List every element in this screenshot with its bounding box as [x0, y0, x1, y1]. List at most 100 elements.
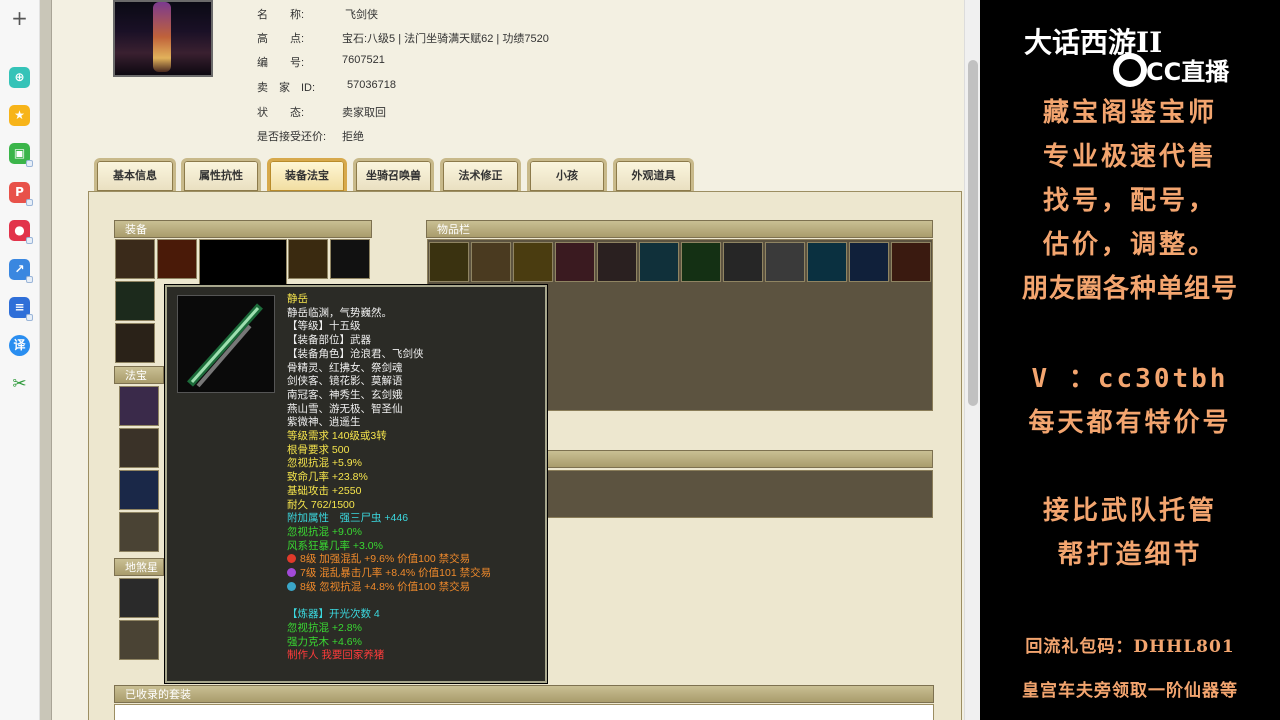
tab-mounts-pets[interactable]: 坐骑召唤兽 — [353, 158, 434, 191]
equip-slot-belt[interactable] — [330, 239, 370, 279]
tooltip-line: 【装备部位】武器 — [287, 334, 371, 347]
ad-line: 帮打造细节 — [1057, 540, 1203, 570]
tooltip-line: 【等级】十五级 — [287, 320, 361, 333]
page-scrollbar[interactable] — [964, 0, 980, 720]
fabao-slot[interactable] — [119, 428, 159, 468]
inventory-slot[interactable] — [471, 242, 511, 282]
favorites-icon[interactable]: ★ — [9, 105, 30, 126]
inventory-slot[interactable] — [513, 242, 553, 282]
info-key: 是否接受还价: — [257, 131, 327, 143]
inventory-slot[interactable] — [639, 242, 679, 282]
ad-line: 每天都有特价号 — [1028, 408, 1232, 438]
inventory-slot[interactable] — [681, 242, 721, 282]
tab-appearance[interactable]: 外观道具 — [613, 158, 694, 191]
tooltip-line — [287, 594, 491, 608]
gem-icon — [287, 568, 296, 578]
scissors-icon[interactable]: ✂ — [9, 374, 30, 395]
equip-slot-helmet[interactable] — [115, 239, 155, 279]
stream-ad-panel: 大话西游II CC直播 藏宝阁鉴宝师 专业极速代售 找号，配号， 估价，调整。 … — [980, 0, 1280, 720]
gem-icon — [287, 554, 296, 564]
fabao-slot[interactable] — [119, 512, 159, 552]
tooltip-line: 静岳 — [287, 293, 308, 305]
tooltip-line: 耐久 762/1500 — [287, 498, 355, 511]
pdf-icon[interactable]: P — [9, 182, 33, 206]
fabao-slot[interactable] — [119, 386, 159, 426]
tooltip-line: 剑侠客、镜花影、莫解语 — [287, 375, 403, 388]
storage-grid — [544, 470, 933, 518]
fabao-slot[interactable] — [119, 470, 159, 510]
tooltip-line: 南冠客、神秀生、玄剑娥 — [287, 388, 403, 401]
tooltip-text: 静岳 静岳临渊，气势巍然。 【等级】十五级 【装备部位】武器 【装备角色】沧浪君、飞剑侠… — [287, 293, 491, 663]
translate-icon[interactable]: ⊕ — [9, 67, 30, 88]
gem-icon — [287, 581, 296, 591]
inventory-slot[interactable] — [891, 242, 931, 282]
info-value: 飞剑侠 — [345, 9, 378, 21]
info-value: 宝石:八级5 | 法门坐骑满天赋62 | 功绩7520 — [342, 33, 549, 45]
tooltip-line: 基础攻击 +2550 — [287, 484, 362, 497]
brand-label: CC直播 — [1146, 58, 1230, 86]
tab-spell-correction[interactable]: 法术修正 — [440, 158, 521, 191]
tooltip-line: 紫微神、逍遥生 — [287, 416, 361, 429]
tooltip-line: 风系狂暴几率 +3.0% — [287, 539, 383, 552]
ad-line: 估价，调整。 — [1042, 230, 1217, 260]
fabao-panel-header: 法宝 — [114, 366, 164, 384]
character-avatar — [113, 0, 213, 77]
tab-attributes[interactable]: 属性抗性 — [181, 158, 261, 191]
tab-child[interactable]: 小孩 — [527, 158, 607, 191]
tooltip-line: 骨精灵、红拂女、祭剑魂 — [287, 361, 403, 374]
tooltip-line: 致命几率 +23.8% — [287, 471, 368, 484]
info-value: 7607521 — [342, 54, 385, 66]
equip-slot-shoes[interactable] — [115, 323, 155, 363]
shengqi-slot[interactable] — [119, 578, 159, 618]
page-edge — [40, 0, 52, 720]
equip-slot-necklace[interactable] — [157, 239, 197, 279]
ad-line: 藏宝阁鉴宝师 — [1042, 98, 1217, 128]
tooltip-line: 忽视抗混 +2.8% — [287, 621, 362, 634]
tooltip-line: 根骨要求 500 — [287, 443, 350, 456]
tooltip-line: 【炼器】开光次数 4 — [287, 608, 380, 621]
game-logo: 大话西游II CC直播 — [1024, 26, 1230, 87]
info-key: 名 称: — [257, 9, 305, 21]
ad-contact: V ：cc30tbh — [1031, 364, 1229, 394]
ad-line: 朋友圈各种单组号 — [1021, 274, 1238, 304]
inventory-panel-header: 物品栏 — [426, 220, 933, 238]
inventory-slot[interactable] — [555, 242, 595, 282]
tooltip-line: 8级 忽视抗混 +4.8% 价值100 禁交易 — [287, 581, 491, 595]
info-value: 57036718 — [347, 79, 396, 91]
tab-basic-info[interactable]: 基本信息 — [94, 158, 176, 191]
tab-equipment[interactable]: 装备法宝 — [267, 158, 347, 191]
tooltip-line: 静岳临渊，气势巍然。 — [287, 306, 392, 319]
tooltip-line: 8级 加强混乱 +9.6% 价值100 禁交易 — [287, 553, 491, 567]
ad-line: 皇宫车夫旁领取一阶仙器等 — [1022, 681, 1238, 701]
inventory-slot[interactable] — [597, 242, 637, 282]
image-icon[interactable]: ▣ — [9, 143, 33, 167]
translate-doc-icon[interactable]: 译 — [9, 335, 30, 356]
info-key: 编 号: — [257, 57, 305, 69]
sets-panel-body — [114, 704, 934, 720]
inventory-slot[interactable] — [723, 242, 763, 282]
info-key: 状 态: — [257, 107, 305, 119]
scrollbar-thumb[interactable] — [968, 60, 978, 406]
shengqi-slot[interactable] — [119, 620, 159, 660]
shengqi-panel-header: 地煞星器 — [114, 558, 164, 592]
equip-slot-weapon[interactable] — [115, 281, 155, 321]
inventory-slot[interactable] — [765, 242, 805, 282]
equip-panel-header: 装备 — [114, 220, 372, 238]
ad-line: 专业极速代售 — [1042, 142, 1217, 172]
inventory-slot[interactable] — [849, 242, 889, 282]
add-icon[interactable]: + — [9, 8, 30, 30]
record-icon[interactable]: ● — [9, 220, 33, 244]
browser-sidebar: + ⊕ ★ ▣ P ● ↗ ≡ 译 ✂ — [0, 0, 40, 720]
tooltip-line: 忽视抗混 +9.0% — [287, 525, 362, 538]
tooltip-line: 忽视抗混 +5.9% — [287, 457, 362, 470]
chart-icon[interactable]: ↗ — [9, 259, 33, 283]
tooltip-line: 附加属性 强三尸虫 +446 — [287, 512, 409, 525]
inventory-slot[interactable] — [429, 242, 469, 282]
info-value: 卖家取回 — [342, 107, 386, 119]
equip-slot-armor[interactable] — [288, 239, 328, 279]
sets-panel-header: 已收录的套装 — [114, 685, 934, 703]
inventory-slot[interactable] — [807, 242, 847, 282]
document-icon[interactable]: ≡ — [9, 297, 33, 321]
tooltip-line: 燕山雪、游无极、智圣仙 — [287, 402, 403, 415]
ad-line: 找号，配号， — [1042, 186, 1217, 216]
